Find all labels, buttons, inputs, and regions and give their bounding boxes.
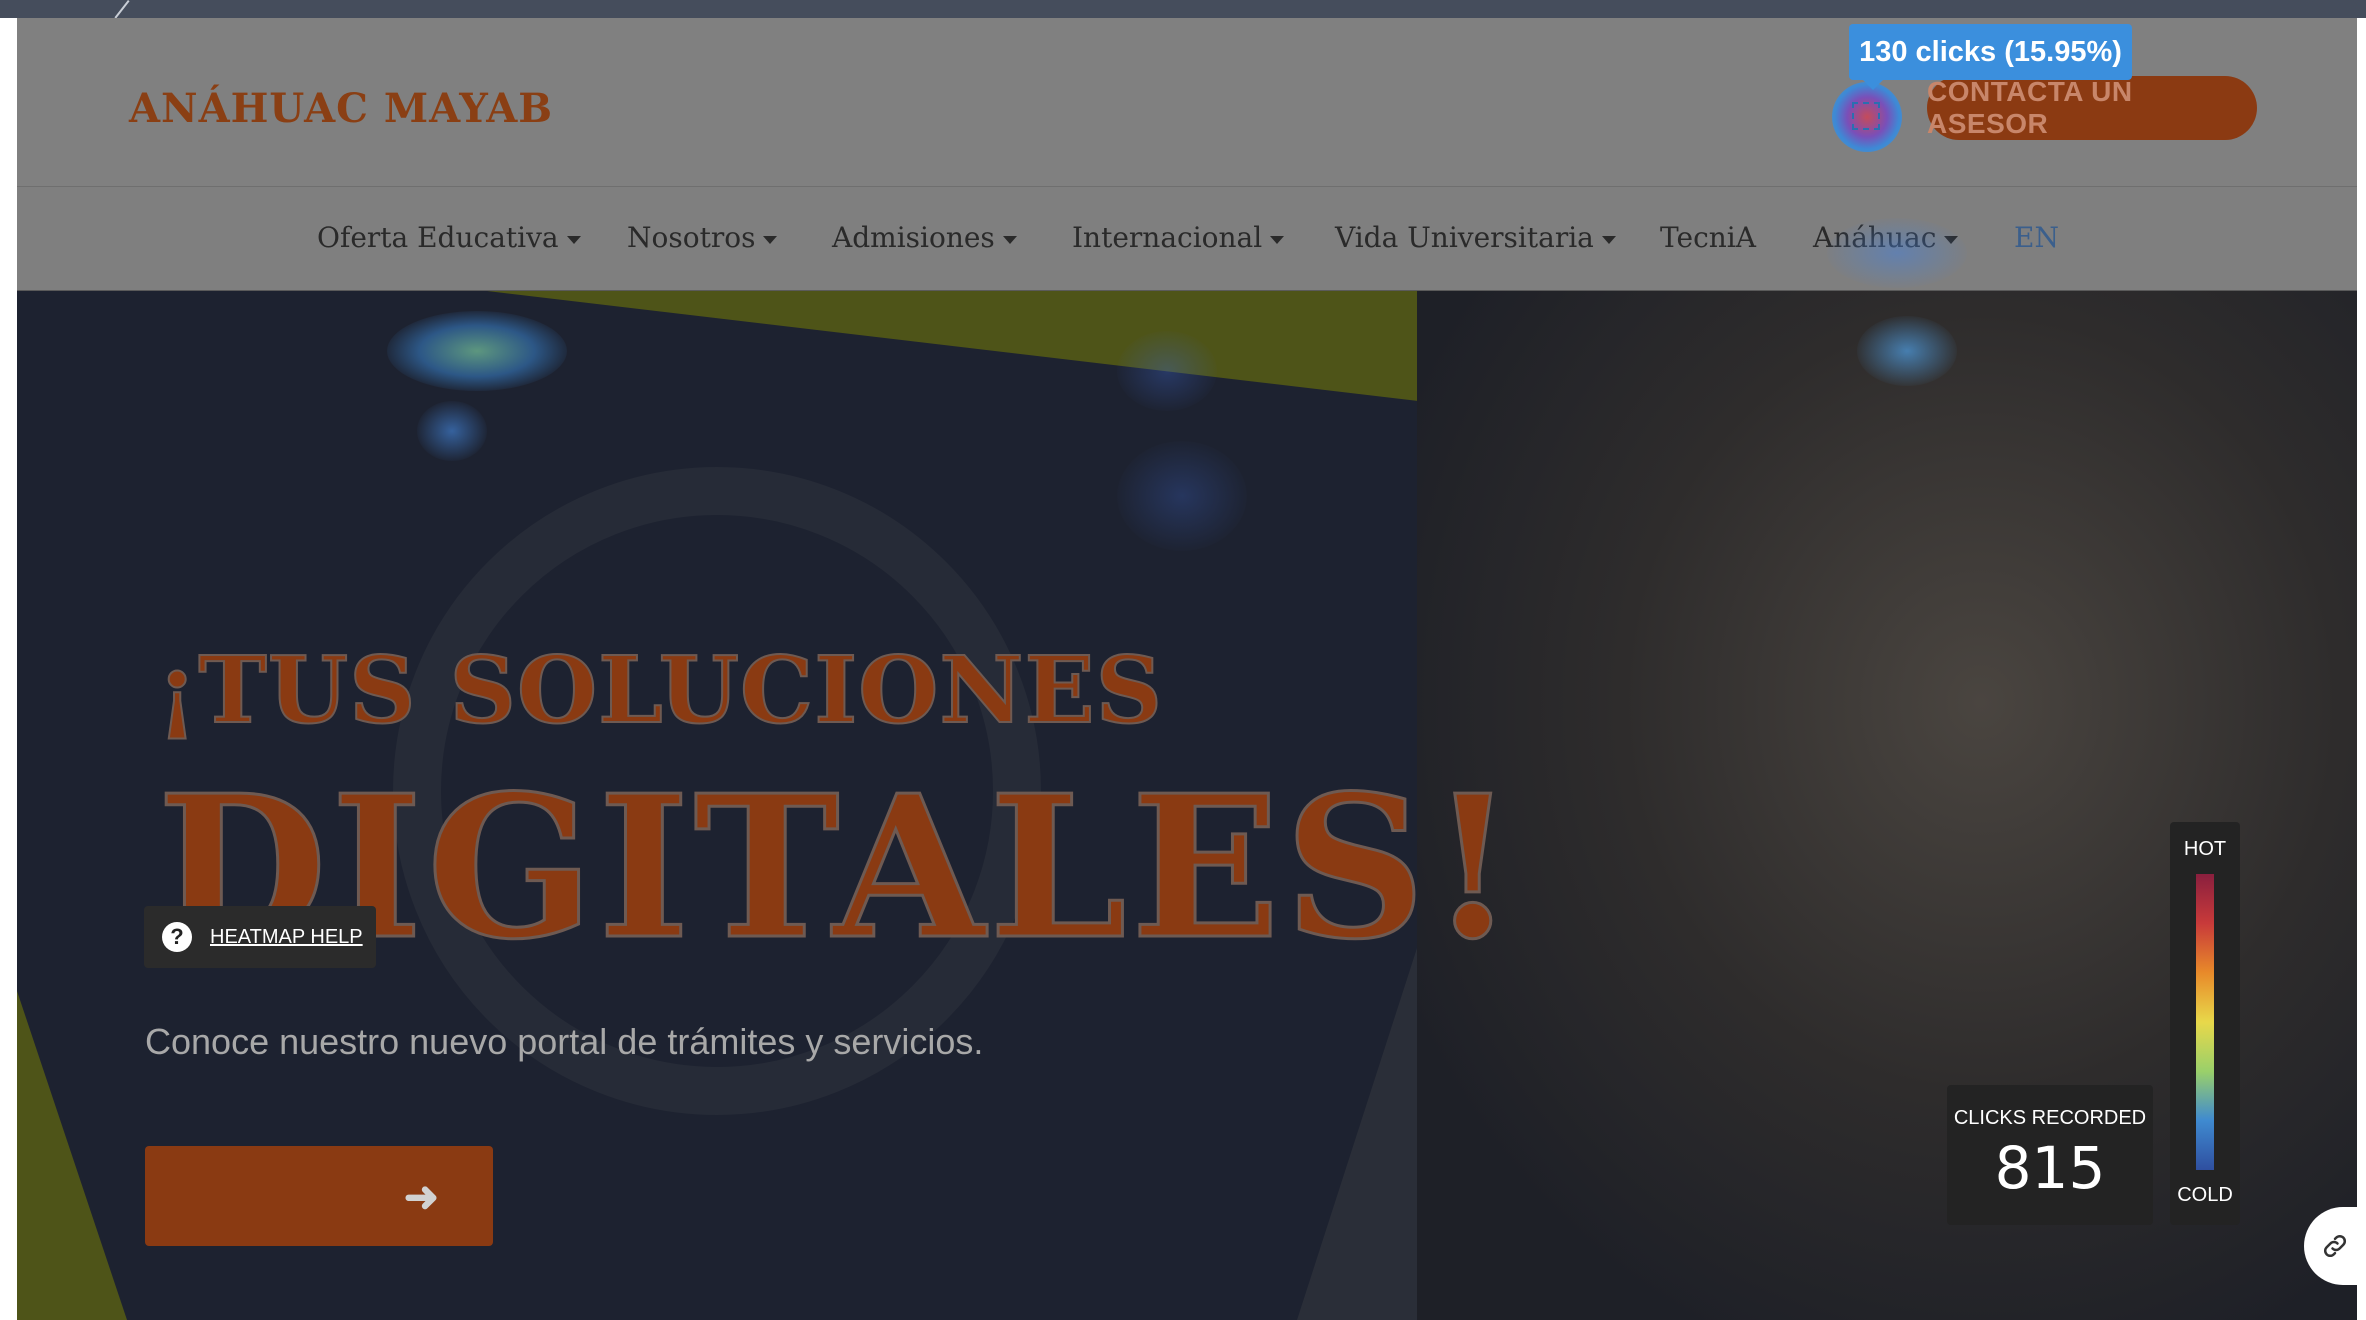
question-icon: ? <box>162 922 192 952</box>
nav-item-anahuac[interactable]: Anáhuac <box>1813 221 1959 254</box>
legend-cold-label: COLD <box>2177 1184 2233 1206</box>
nav-item-nosotros[interactable]: Nosotros <box>627 221 778 254</box>
hero-cta-button[interactable]: ➜ <box>145 1146 493 1246</box>
caret-down-icon <box>1270 235 1285 244</box>
click-count-tooltip: 130 clicks (15.95%) <box>1849 24 2132 90</box>
caret-down-icon <box>1002 235 1017 244</box>
contact-advisor-button[interactable]: CONTACTA UN ASESOR <box>1927 76 2257 140</box>
nav-item-admisiones[interactable]: Admisiones <box>832 221 1017 254</box>
heatmap-help-label: HEATMAP HELP <box>210 925 363 948</box>
main-navigation: Oferta Educativa Nosotros Admisiones Int… <box>17 187 2357 291</box>
legend-hot-label: HOT <box>2183 838 2227 860</box>
nav-item-internacional[interactable]: Internacional <box>1072 221 1285 254</box>
clicks-recorded-value: 815 <box>1994 1134 2106 1202</box>
clicks-recorded-panel: CLICKS RECORDED 815 <box>1947 1085 2153 1225</box>
nav-item-label: TecniA <box>1660 221 1756 254</box>
hero-subtitle: Conoce nuestro nuevo portal de trámites … <box>145 1021 984 1062</box>
caret-down-icon <box>763 235 778 244</box>
nav-item-label: Vida Universitaria <box>1335 221 1594 254</box>
nav-item-label: Oferta Educativa <box>317 221 559 254</box>
hero-headline-line1: ¡TUS SOLUCIONES <box>156 635 1164 745</box>
link-icon <box>2323 1234 2347 1258</box>
nav-item-vida-universitaria[interactable]: Vida Universitaria <box>1335 221 1616 254</box>
nav-item-label: Anáhuac <box>1813 221 1937 254</box>
selected-element-outline <box>1852 102 1880 130</box>
olive-shape-bottom-left <box>17 991 127 1320</box>
browser-top-bar <box>0 0 2366 19</box>
legend-gradient-bar <box>2196 874 2214 1170</box>
heatmap-hotspot[interactable] <box>1832 82 1902 152</box>
heatmap-help-button[interactable]: ? HEATMAP HELP <box>144 906 376 968</box>
nav-item-label: Admisiones <box>832 221 995 254</box>
arrow-right-icon: ➜ <box>403 1172 439 1220</box>
nav-item-label: Internacional <box>1072 221 1263 254</box>
caret-down-icon <box>1944 235 1959 244</box>
caret-down-icon <box>566 235 581 244</box>
clicks-recorded-label: CLICKS RECORDED <box>1953 1107 2147 1129</box>
divider-slash <box>114 0 130 19</box>
nav-item-language-en[interactable]: EN <box>2014 221 2059 254</box>
caret-down-icon <box>1601 235 1616 244</box>
heat-legend: HOT COLD <box>2170 822 2240 1225</box>
nav-item-tecnia[interactable]: TecniA <box>1660 221 1756 254</box>
site-logo[interactable]: ANÁHUAC MAYAB <box>129 85 553 132</box>
nav-item-oferta-educativa[interactable]: Oferta Educativa <box>317 221 581 254</box>
nav-item-label: EN <box>2014 221 2059 254</box>
nav-item-label: Nosotros <box>627 221 756 254</box>
